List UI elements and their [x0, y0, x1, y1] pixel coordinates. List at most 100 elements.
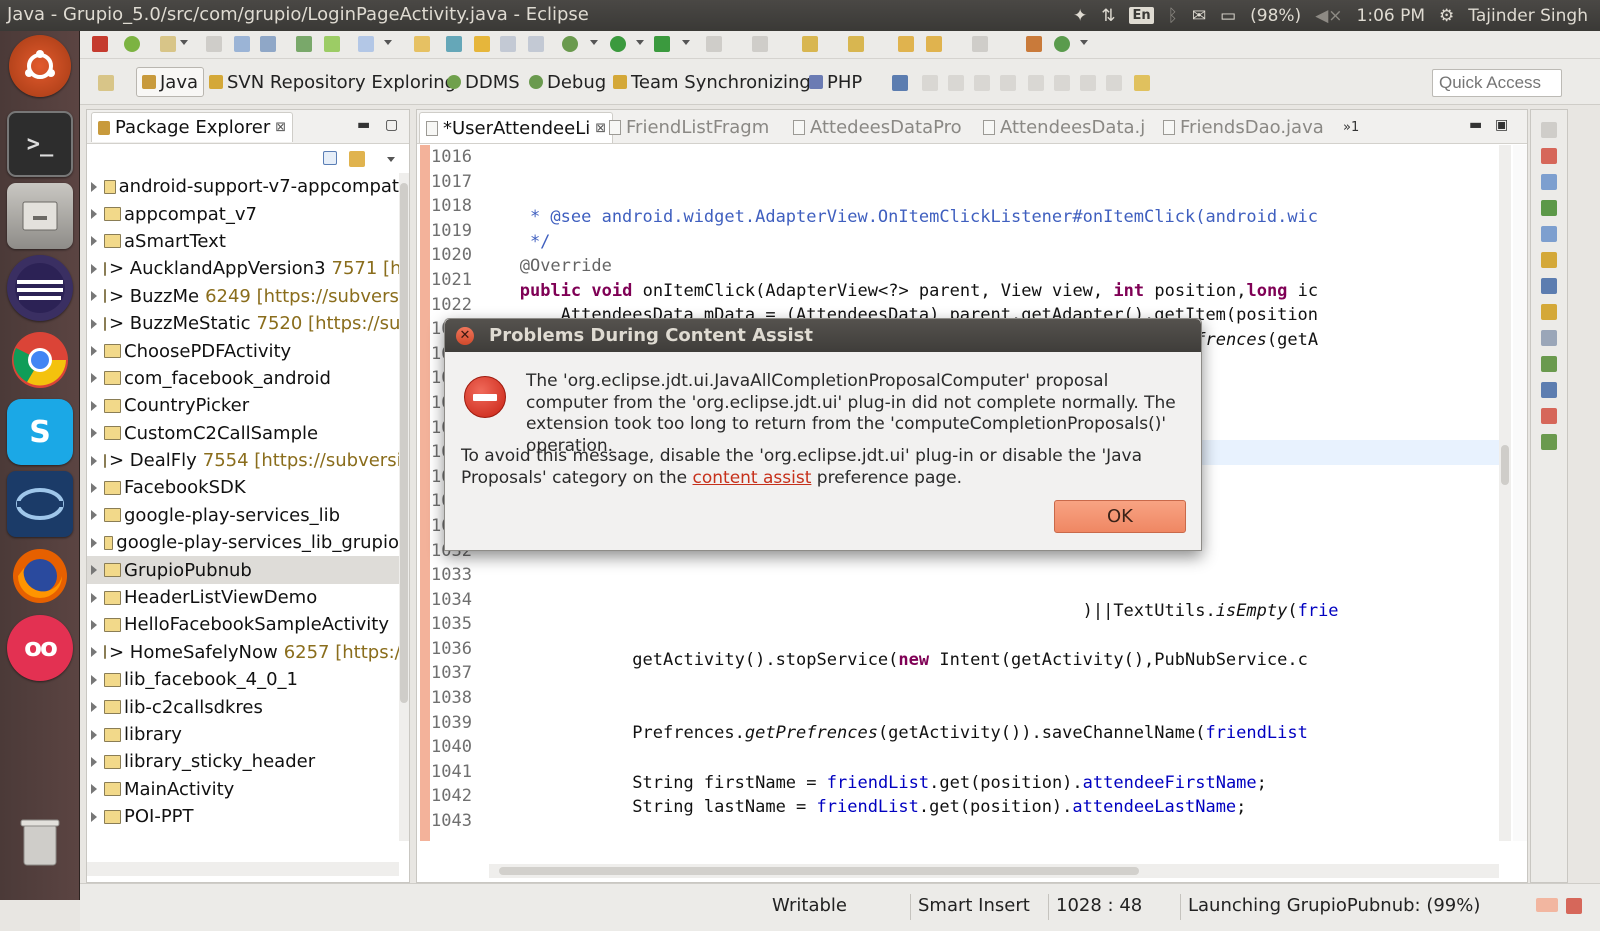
expand-arrow-icon[interactable] — [91, 455, 97, 466]
expand-arrow-icon[interactable] — [91, 592, 97, 603]
view-menu-icon[interactable] — [387, 157, 395, 162]
link-icon[interactable] — [446, 36, 462, 52]
project-tree-item[interactable]: appcompat_v7 — [87, 200, 399, 227]
expand-arrow-icon[interactable] — [91, 181, 97, 192]
expand-arrow-icon[interactable] — [91, 729, 97, 740]
code-line[interactable] — [489, 746, 1499, 771]
expand-arrow-icon[interactable] — [91, 291, 97, 302]
expand-arrow-icon[interactable] — [91, 373, 97, 384]
project-tree-item[interactable]: HelloFacebookSampleActivity — [87, 611, 399, 638]
perspective-ddms[interactable]: DDMS — [442, 67, 525, 97]
scrollbar-thumb[interactable] — [400, 183, 408, 703]
project-tree-item[interactable]: POI-PPT — [87, 803, 399, 830]
project-tree-item[interactable]: CountryPicker — [87, 392, 399, 419]
new-icon[interactable] — [92, 36, 108, 52]
declaration-icon[interactable] — [1541, 200, 1557, 216]
link-with-editor-icon[interactable] — [349, 151, 365, 167]
variables-icon[interactable] — [1541, 330, 1557, 346]
perspective-debug[interactable]: Debug — [524, 67, 611, 97]
annotation-gutter[interactable] — [420, 145, 430, 841]
stop-icon[interactable] — [706, 36, 722, 52]
terminal-icon[interactable]: >_ — [7, 111, 73, 177]
project-tree-item[interactable]: google-play-services_lib_grupio — [87, 529, 399, 556]
code-line[interactable] — [489, 820, 1499, 841]
code-line[interactable] — [489, 697, 1499, 722]
step-over-icon[interactable] — [1054, 75, 1070, 91]
expand-arrow-icon[interactable] — [91, 811, 97, 822]
code-line[interactable]: * @see android.widget.AdapterView.OnItem… — [489, 205, 1499, 230]
new-file-icon[interactable] — [160, 36, 176, 52]
save-all-icon[interactable] — [234, 36, 250, 52]
close-tab-icon[interactable]: ⊠ — [275, 120, 286, 135]
checkbox-icon[interactable] — [358, 36, 374, 52]
upload-icon[interactable] — [296, 36, 312, 52]
maximize-icon[interactable]: ▢ — [385, 117, 398, 133]
save-icon[interactable] — [206, 36, 222, 52]
editor-tab-friendlist[interactable]: FriendListFragm — [603, 112, 775, 143]
dropbox-icon[interactable]: ✦ — [1073, 6, 1087, 26]
brush-icon[interactable] — [474, 36, 490, 52]
overview-ruler[interactable] — [1513, 145, 1527, 841]
mail-icon[interactable]: ✉ — [1192, 6, 1206, 26]
status-progress[interactable]: Launching GrupioPubnub: (99%) — [1188, 895, 1480, 916]
expand-arrow-icon[interactable] — [91, 482, 97, 493]
project-tree-item[interactable]: aSmartText — [87, 228, 399, 255]
android-sdk-icon[interactable] — [124, 36, 140, 52]
code-line[interactable]: Prefrences.getPrefrences(getActivity()).… — [489, 721, 1499, 746]
project-tree-item[interactable]: FacebookSDK — [87, 474, 399, 501]
perspective-php[interactable]: PHP — [804, 67, 867, 97]
code-line[interactable]: */ — [489, 230, 1499, 255]
package-icon[interactable] — [414, 36, 430, 52]
expand-arrow-icon[interactable] — [91, 318, 97, 329]
quick-access-input[interactable] — [1432, 69, 1562, 97]
print-icon[interactable] — [260, 36, 276, 52]
checkbox-dropdown-icon[interactable] — [384, 40, 392, 45]
perspective-svn[interactable]: SVN Repository Exploring — [204, 67, 461, 97]
code-line[interactable]: String firstName = friendList.get(positi… — [489, 771, 1499, 796]
expand-arrow-icon[interactable] — [91, 346, 97, 357]
editor-tab-attendeesdata[interactable]: AttendeesData.j — [977, 112, 1151, 143]
javadoc-icon[interactable] — [1541, 174, 1557, 190]
search-icon[interactable] — [1541, 408, 1557, 424]
restore-icon[interactable] — [1541, 122, 1557, 138]
project-tree-item[interactable]: > BuzzMe6249 [https://subversion — [87, 283, 399, 310]
nav-icon[interactable] — [752, 36, 768, 52]
android-icon[interactable] — [324, 36, 340, 52]
content-assist-link[interactable]: content assist — [693, 468, 812, 488]
step-return-icon[interactable] — [1080, 75, 1096, 91]
prev-annotation-icon[interactable] — [848, 36, 864, 52]
collapse-all-icon[interactable] — [323, 151, 337, 165]
maximize-icon[interactable]: ▣ — [1495, 117, 1508, 133]
disconnect-icon[interactable] — [1000, 75, 1016, 91]
trash-icon[interactable] — [7, 809, 73, 875]
run-icon[interactable] — [610, 36, 626, 52]
progress-view-icon[interactable] — [1566, 898, 1582, 914]
expand-arrow-icon[interactable] — [91, 784, 97, 795]
package-explorer-hscrollbar[interactable] — [87, 862, 399, 876]
back-icon[interactable] — [926, 36, 942, 52]
battery-percent[interactable]: (98%) — [1250, 6, 1301, 26]
next-annotation-icon[interactable] — [802, 36, 818, 52]
perspective-team-sync[interactable]: Team Synchronizing — [608, 67, 816, 97]
expand-arrow-icon[interactable] — [91, 537, 97, 548]
expressions-icon[interactable] — [1541, 382, 1557, 398]
pin-icon[interactable] — [1026, 36, 1042, 52]
editor-vscrollbar[interactable] — [1499, 145, 1511, 841]
pointer-icon[interactable] — [892, 75, 908, 91]
code-line[interactable] — [489, 623, 1499, 648]
firefox-icon[interactable] — [7, 543, 73, 609]
expand-arrow-icon[interactable] — [91, 428, 97, 439]
bluetooth-icon[interactable]: ᛒ — [1168, 6, 1178, 26]
perspective-java[interactable]: Java — [136, 67, 205, 97]
progress-bar-icon[interactable] — [1536, 898, 1558, 912]
run-dropdown-icon[interactable] — [636, 40, 644, 45]
code-line[interactable]: @Override — [489, 254, 1499, 279]
expand-arrow-icon[interactable] — [91, 647, 97, 658]
code-line[interactable]: getActivity().stopService(new Intent(get… — [489, 648, 1499, 673]
new-dropdown-icon[interactable] — [180, 40, 188, 45]
scrollbar-thumb[interactable] — [499, 867, 1139, 875]
flickr-icon[interactable]: oo — [7, 615, 73, 681]
code-line[interactable]: public void onItemClick(AdapterView<?> p… — [489, 279, 1499, 304]
project-tree-item[interactable]: library — [87, 721, 399, 748]
project-tree-item[interactable]: library_sticky_header — [87, 748, 399, 775]
